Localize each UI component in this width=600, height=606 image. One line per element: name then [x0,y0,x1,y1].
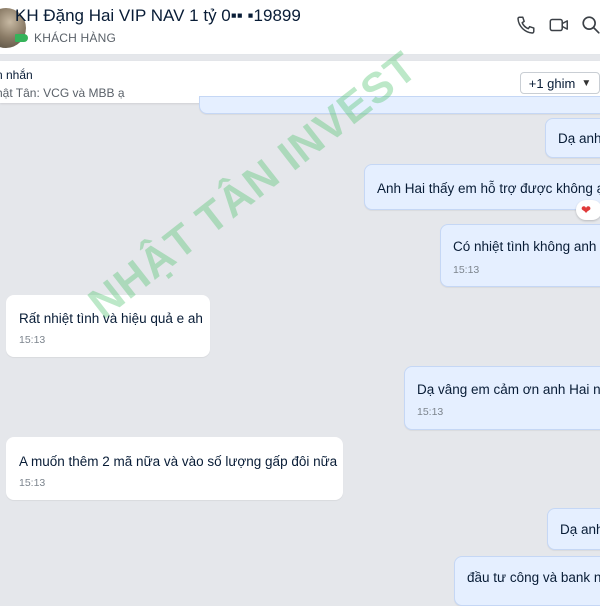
tag-icon [15,34,28,42]
reaction-emoji: ❤ [581,203,592,217]
more-pins-button[interactable]: +1 ghim ▼ [520,72,600,94]
more-pins-label: +1 ghim [528,75,576,91]
phone-icon[interactable] [515,14,537,36]
message-bubble[interactable]: đầu tư công và bank n [454,556,600,606]
message-bubble[interactable]: Anh Hai thấy em hỗ trợ được không ạ [364,164,600,210]
message-text: Anh Hai thấy em hỗ trợ được không ạ [377,181,600,196]
message-time: 15:13 [417,406,444,418]
message-text: Có nhiệt tình không anh [453,239,597,254]
message-bubble-partial[interactable] [199,96,600,114]
message-bubble[interactable]: Dạ anh [547,508,600,550]
message-text: A muốn thêm 2 mã nữa và vào số lượng gấp… [19,454,338,469]
message-time: 15:13 [19,334,46,346]
chat-title[interactable]: KH Đặng Hai VIP NAV 1 tỷ 0▪▪ ▪19899 [15,6,301,26]
message-time: 15:13 [19,477,46,489]
message-text: Dạ vâng em cảm ơn anh Hai nh [417,382,600,397]
tag-label: KHÁCH HÀNG [34,31,117,45]
message-text: Dạ anh [558,131,600,146]
message-text: Rất nhiệt tình và hiệu quả e ah [19,311,203,326]
message-bubble[interactable]: Dạ vâng em cảm ơn anh Hai nh 15:13 [404,366,600,430]
customer-tag[interactable]: KHÁCH HÀNG [15,31,116,45]
message-bubble[interactable]: A muốn thêm 2 mã nữa và vào số lượng gấp… [6,437,343,500]
message-bubble[interactable]: Dạ anh [545,118,600,158]
message-bubble[interactable]: Rất nhiệt tình và hiệu quả e ah 15:13 [6,295,210,357]
chevron-down-icon: ▼ [581,77,592,89]
chat-header: KH Đặng Hai VIP NAV 1 tỷ 0▪▪ ▪19899 KHÁC… [0,0,600,55]
heart-reaction-icon[interactable]: ❤ [576,200,600,220]
pinned-text: hật Tân: VCG và MBB ạ [0,86,125,100]
pinned-title: n nhắn [0,68,33,82]
message-text: Dạ anh [560,522,600,537]
message-bubble[interactable]: Có nhiệt tình không anh 15:13 [440,224,600,287]
video-icon[interactable] [548,14,570,36]
message-text: đầu tư công và bank n [467,570,600,585]
message-time: 15:13 [453,264,480,276]
search-icon[interactable] [580,14,600,36]
